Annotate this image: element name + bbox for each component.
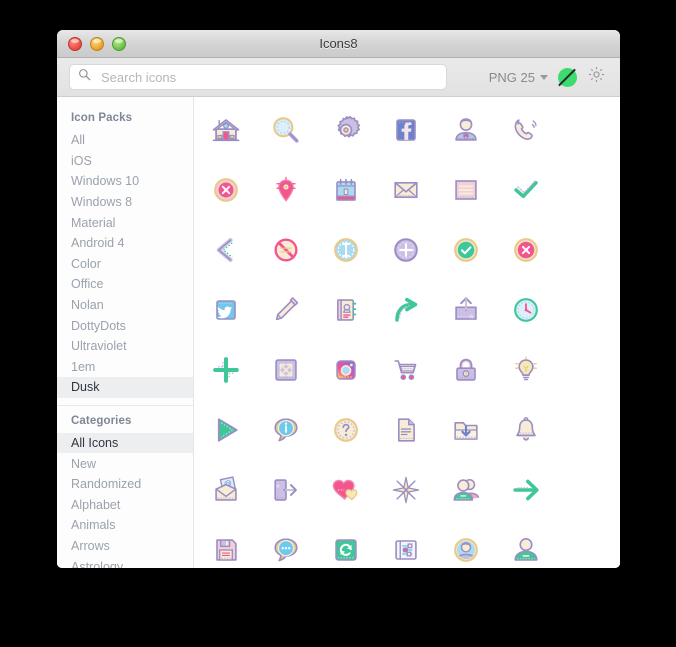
plus-circle-icon[interactable] — [376, 220, 436, 280]
person-icon[interactable] — [496, 520, 556, 568]
sparkle-star-icon[interactable] — [376, 460, 436, 520]
play-icon[interactable] — [196, 400, 256, 460]
sidebar-category-animals[interactable]: Animals — [57, 515, 193, 536]
menu-list-icon[interactable] — [436, 160, 496, 220]
title-bar: Icons8 — [57, 30, 620, 58]
icon-grid-row — [194, 160, 620, 220]
sidebar-category-alphabet[interactable]: Alphabet — [57, 495, 193, 516]
sidebar-pack-android-4[interactable]: Android 4 — [57, 233, 193, 254]
sidebar-category-randomized[interactable]: Randomized — [57, 474, 193, 495]
window-body: Icon Packs All iOS Windows 10 Windows 8 … — [57, 97, 620, 568]
icon-grid-row — [194, 340, 620, 400]
search-field[interactable] — [69, 64, 447, 90]
sidebar-pack-color[interactable]: Color — [57, 254, 193, 275]
lock-icon[interactable] — [436, 340, 496, 400]
sidebar-category-new[interactable]: New — [57, 453, 193, 474]
plus-icon[interactable] — [196, 340, 256, 400]
maximize-button[interactable] — [112, 36, 126, 51]
upload-icon[interactable] — [436, 280, 496, 340]
address-book-icon[interactable] — [316, 280, 376, 340]
user-male-icon[interactable] — [436, 100, 496, 160]
categories-header: Categories — [71, 414, 132, 427]
window-title: Icons8 — [319, 36, 358, 51]
open-email-icon[interactable]: @ — [196, 460, 256, 520]
search-icon — [78, 68, 91, 86]
format-label: PNG 25 — [488, 69, 535, 85]
search-icon[interactable] — [256, 100, 316, 160]
info-bubble-icon[interactable] — [256, 400, 316, 460]
bell-icon[interactable] — [496, 400, 556, 460]
icon-grid-row — [194, 100, 620, 160]
pencil-icon[interactable] — [256, 280, 316, 340]
expand-icon[interactable] — [256, 340, 316, 400]
sidebar-pack-material[interactable]: Material — [57, 212, 193, 233]
group-users-icon[interactable] — [436, 460, 496, 520]
download-folder-icon[interactable] — [436, 400, 496, 460]
envelope-icon[interactable] — [376, 160, 436, 220]
sidebar-divider — [57, 404, 193, 406]
icon-grid-row — [194, 280, 620, 340]
gear-icon[interactable] — [316, 100, 376, 160]
sidebar-pack-1em[interactable]: 1em — [57, 357, 193, 378]
clock-icon[interactable] — [496, 280, 556, 340]
close-button[interactable] — [68, 36, 82, 51]
no-entry-icon[interactable] — [256, 220, 316, 280]
sidebar-pack-dottydots[interactable]: DottyDots — [57, 315, 193, 336]
icon-packs-header: Icon Packs — [71, 112, 133, 124]
user-circle-icon[interactable] — [436, 520, 496, 568]
phone-icon[interactable] — [496, 100, 556, 160]
lightbulb-icon[interactable] — [496, 340, 556, 400]
icon-grid-row — [194, 520, 620, 568]
question-circle-icon[interactable] — [316, 400, 376, 460]
instagram-icon[interactable] — [316, 340, 376, 400]
hearts-icon[interactable] — [316, 460, 376, 520]
sidebar-category-arrows[interactable]: Arrows — [57, 536, 193, 557]
sidebar-pack-office[interactable]: Office — [57, 274, 193, 295]
sidebar-pack-all[interactable]: All — [57, 130, 193, 151]
sidebar-pack-windows-8[interactable]: Windows 8 — [57, 192, 193, 213]
refresh-icon[interactable] — [316, 520, 376, 568]
check-circle-icon[interactable] — [436, 220, 496, 280]
toolbar: PNG 25 — [57, 58, 620, 97]
chevron-down-icon — [540, 74, 548, 80]
calendar-icon[interactable] — [316, 160, 376, 220]
checkmark-icon[interactable] — [496, 160, 556, 220]
settings-sliders-icon[interactable] — [376, 520, 436, 568]
sidebar-pack-dusk[interactable]: Dusk — [57, 377, 193, 398]
icon-grid-row — [194, 400, 620, 460]
x-circle-icon[interactable] — [496, 220, 556, 280]
map-marker-icon[interactable] — [256, 160, 316, 220]
traffic-light-buttons — [68, 36, 126, 51]
sidebar-pack-ultraviolet[interactable]: Ultraviolet — [57, 336, 193, 357]
sidebar-category-astrology[interactable]: Astrology — [57, 556, 193, 568]
format-dropdown[interactable]: PNG 25 — [489, 70, 548, 85]
sidebar-pack-ios[interactable]: iOS — [57, 151, 193, 172]
green-circle-slash-icon[interactable] — [558, 67, 577, 87]
chat-bubble-icon[interactable] — [256, 520, 316, 568]
home-icon[interactable] — [196, 100, 256, 160]
floppy-save-icon[interactable] — [196, 520, 256, 568]
app-window: Icons8 PNG 25 Icon — [57, 30, 620, 568]
icon-grid: @ — [194, 97, 620, 568]
facebook-icon[interactable] — [376, 100, 436, 160]
gear-icon[interactable] — [587, 65, 606, 89]
shopping-cart-icon[interactable] — [376, 340, 436, 400]
document-icon[interactable] — [376, 400, 436, 460]
cancel-circle-icon[interactable] — [196, 160, 256, 220]
chevron-left-icon[interactable] — [196, 220, 256, 280]
icon-grid-row: @ — [194, 460, 620, 520]
icon-grid-row — [194, 220, 620, 280]
sidebar: Icon Packs All iOS Windows 10 Windows 8 … — [57, 97, 194, 568]
sidebar-pack-windows-10[interactable]: Windows 10 — [57, 171, 193, 192]
anchor-circle-icon[interactable] — [316, 220, 376, 280]
minimize-button[interactable] — [90, 36, 104, 51]
sidebar-pack-nolan[interactable]: Nolan — [57, 295, 193, 316]
search-input[interactable] — [99, 68, 438, 86]
arrow-right-icon[interactable] — [496, 460, 556, 520]
logout-icon[interactable] — [256, 460, 316, 520]
twitter-icon[interactable] — [196, 280, 256, 340]
sidebar-category-all-icons[interactable]: All Icons — [57, 432, 193, 454]
forward-arrow-icon[interactable] — [376, 280, 436, 340]
